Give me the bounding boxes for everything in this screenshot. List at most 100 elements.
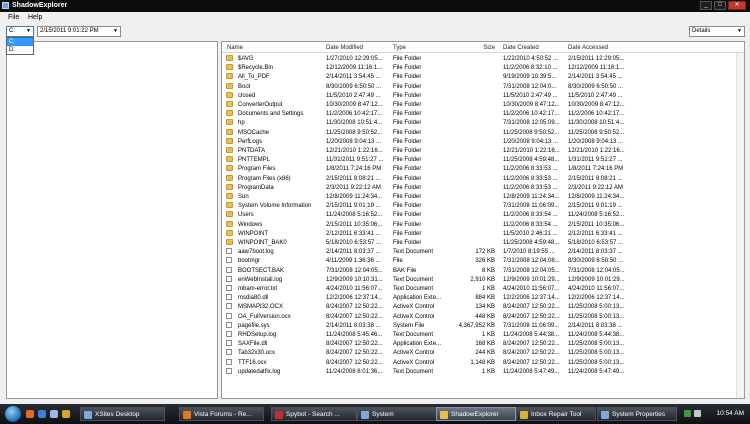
snapshot-date-value: 2/15/2011 9:01:22 PM: [40, 28, 99, 34]
drive-option-d[interactable]: D:: [7, 46, 33, 54]
table-row[interactable]: PNTDATA 12/21/2010 1:22:16... File Folder 1…: [222, 147, 744, 155]
table-row[interactable]: MSMAPI32.OCX 8/24/2007 12:50:22... ActiveX…: [222, 303, 744, 311]
folder-icon: [226, 165, 233, 172]
file-modified: 12/9/2009 10:10:31...: [326, 276, 383, 283]
file-accessed: 11/24/2008 5:44:38...: [568, 332, 625, 338]
task-vista-forums[interactable]: Vista Forums - Re...: [179, 407, 264, 421]
folder-tree-pane[interactable]: [6, 41, 218, 399]
ie-quicklaunch-icon[interactable]: [38, 410, 46, 418]
file-modified: 1/27/2010 12:29:05...: [326, 56, 383, 62]
file-name: pagefile.sys: [238, 322, 270, 329]
column-header-size[interactable]: Size: [473, 45, 495, 51]
table-row[interactable]: updatedatfix.log 11/24/2008 6:01:36... Tex…: [222, 367, 744, 376]
drive-option-c[interactable]: C:: [7, 38, 33, 46]
app-icon: [440, 411, 448, 419]
task-shadowexplorer[interactable]: ShadowExplorer: [436, 407, 516, 421]
column-header-name[interactable]: Name: [227, 45, 243, 51]
table-row[interactable]: BOOTSECT.BAK 7/31/2008 12:04:05... BAK Fil…: [222, 266, 744, 275]
table-row[interactable]: aaw7boot.log 2/14/2011 8:03:37 ... Text Do…: [222, 248, 744, 256]
task-xsites-desktop[interactable]: XSites Desktop: [80, 407, 165, 421]
maximize-button[interactable]: □: [714, 1, 726, 10]
menu-file[interactable]: File: [8, 14, 19, 21]
file-created: 7/31/2008 12:04:0...: [503, 83, 557, 90]
table-row[interactable]: Documents and Settings 11/2/2006 10:42:17…: [222, 110, 744, 118]
firefox-quicklaunch-icon[interactable]: [26, 410, 34, 418]
table-row[interactable]: OA_FullVersion.ocx 8/24/2007 12:50:22... A…: [222, 312, 744, 321]
table-row[interactable]: PerfLogs 1/20/2008 9:04:13 ... File Folder…: [222, 137, 744, 146]
menu-help[interactable]: Help: [28, 14, 42, 21]
file-size: 8 KB: [481, 267, 495, 274]
file-accessed: 2/14/2011 8:03:37 ...: [568, 249, 623, 256]
file-accessed: 1/20/2008 9:04:13 ...: [568, 138, 624, 145]
table-row[interactable]: All_To_PDF 2/14/2011 3:54:45 ... File Fold…: [222, 73, 744, 81]
table-row[interactable]: closed 11/5/2010 2:47:49 ... File Folder 11…: [222, 91, 744, 100]
file-name: bootmgr: [238, 258, 261, 265]
table-row[interactable]: WINPOINT 2/12/2011 6:33:41 ... File Folder…: [222, 229, 744, 238]
file-created: 11/2/2006 8:33:54 ...: [503, 221, 558, 228]
file-created: 11/5/2010 2:46:21 ...: [503, 230, 558, 237]
drive-select[interactable]: C: ▼: [6, 26, 34, 37]
file-type: File Folder: [393, 240, 422, 246]
file-icon: [226, 257, 232, 264]
task-system[interactable]: System: [357, 407, 439, 421]
file-icon: [226, 349, 232, 356]
file-accessed: 11/25/2008 5:00:13...: [568, 313, 625, 320]
file-created: 8/24/2007 12:50:22...: [503, 304, 560, 311]
table-row[interactable]: RHDSetup.log 11/24/2008 5:45:46... Text Do…: [222, 331, 744, 339]
column-header-modified[interactable]: Date Modified: [326, 45, 363, 51]
file-name: PNTTEMPL: [238, 157, 271, 164]
table-row[interactable]: ConverterOutput 10/30/2009 8:47:12... File…: [222, 101, 744, 109]
file-name: hp: [238, 120, 245, 127]
table-row[interactable]: WINPOINT_BAK0 5/18/2010 6:53:57 ... File F…: [222, 239, 744, 247]
file-type: File Folder: [393, 166, 422, 173]
file-type: ActiveX Control: [393, 350, 435, 357]
file-modified: 11/5/2010 2:47:49 ...: [326, 92, 381, 99]
minimize-button[interactable]: _: [700, 1, 712, 10]
table-row[interactable]: Program Files 1/8/2011 7:24:16 PM File Fol…: [222, 165, 744, 173]
table-row[interactable]: TTF16.ocx 8/24/2007 12:50:22... ActiveX Co…: [222, 358, 744, 367]
close-button[interactable]: ✕: [728, 1, 746, 10]
table-row[interactable]: msdia80.dll 12/2/2006 12:37:14... Applicat…: [222, 294, 744, 302]
table-row[interactable]: Tab32x30.ocx 8/24/2007 12:50:22... ActiveX…: [222, 349, 744, 357]
table-row[interactable]: PNTTEMPL 11/31/2011 9:51:27 ... File Folde…: [222, 156, 744, 164]
table-row[interactable]: enWebInstall.log 12/9/2009 10:10:31... Tex…: [222, 275, 744, 284]
task-spybot[interactable]: Spybot - Search ...: [271, 407, 357, 421]
table-row[interactable]: pagefile.sys 2/14/2011 8:03:38 ... System …: [222, 321, 744, 330]
file-type: File Folder: [393, 74, 422, 81]
table-row[interactable]: $AVG 1/27/2010 12:29:05... File Folder 1/22…: [222, 55, 744, 63]
volume-icon[interactable]: [694, 410, 701, 417]
table-row[interactable]: System Volume Information 2/15/2011 9:01:…: [222, 202, 744, 210]
table-row[interactable]: Boot 8/30/2009 6:50:50 ... File Folder 7/31…: [222, 82, 744, 91]
column-header-accessed[interactable]: Date Accessed: [568, 45, 608, 51]
table-row[interactable]: ProgramData 2/3/2011 9:22:12 AM File Folde…: [222, 183, 744, 192]
file-type: Text Document: [393, 276, 434, 283]
file-accessed: 11/24/2008 5:47:49...: [568, 368, 625, 375]
show-desktop-icon[interactable]: [50, 410, 58, 418]
table-row[interactable]: Program Files (x86) 2/15/2011 8:08:21 ...…: [222, 174, 744, 183]
file-modified: 2/14/2011 3:54:45 ...: [326, 74, 381, 81]
table-row[interactable]: hp 11/30/2008 10:51:4... File Folder 7/31/2…: [222, 119, 744, 127]
table-row[interactable]: $Recycle.Bin 12/12/2009 11:16:1... File Fo…: [222, 64, 744, 72]
table-row[interactable]: Windows 2/15/2011 10:35:06... File Folder 1…: [222, 220, 744, 229]
task-inbox-repair[interactable]: Inbox Repair Tool: [516, 407, 596, 421]
folder-icon: [226, 220, 233, 227]
vertical-scrollbar[interactable]: [736, 53, 744, 398]
table-row[interactable]: Users 11/24/2008 5:16:52... File Folder 11/…: [222, 211, 744, 219]
view-select[interactable]: Details ▼: [689, 26, 745, 37]
column-header-created[interactable]: Date Created: [503, 45, 539, 51]
table-row[interactable]: Sun 12/8/2009 11:24:34... File Folder 12/8/…: [222, 193, 744, 201]
task-system-properties[interactable]: System Properties: [597, 407, 677, 421]
clock[interactable]: 10:54 AM: [717, 410, 744, 417]
table-row[interactable]: bootmgr 4/11/2009 1:36:36 ... File 326 KB 7/…: [222, 257, 744, 265]
start-button[interactable]: [5, 406, 21, 422]
table-row[interactable]: MSOCache 11/25/2008 9:50:52... File Folder…: [222, 128, 744, 137]
snapshot-date-select[interactable]: 2/15/2011 9:01:22 PM ▼: [37, 26, 121, 37]
file-accessed: 12/8/2009 11:24:34...: [568, 194, 625, 200]
explorer-quicklaunch-icon[interactable]: [62, 410, 70, 418]
table-row[interactable]: mbam-error.txt 4/24/2010 11:56:07... Text …: [222, 285, 744, 293]
file-type: File Folder: [393, 120, 422, 127]
column-header-type[interactable]: Type: [393, 45, 406, 51]
network-icon[interactable]: [684, 410, 691, 417]
table-row[interactable]: SAXFile.dll 8/24/2007 12:50:22... Applicat…: [222, 340, 744, 348]
file-name: TTF16.ocx: [238, 359, 267, 366]
